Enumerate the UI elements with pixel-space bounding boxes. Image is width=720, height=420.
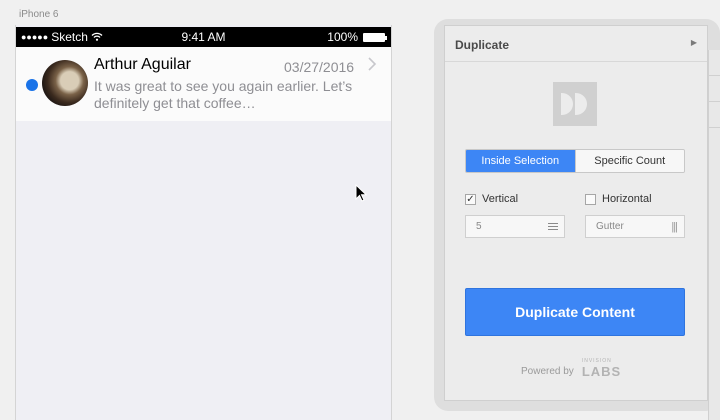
unread-indicator: [26, 79, 38, 91]
mode-segmented-control: Inside Selection Specific Count: [465, 149, 685, 173]
message-date: 03/27/2016: [284, 59, 355, 75]
expand-arrow-icon[interactable]: ▶: [691, 38, 697, 47]
menu-icon: [548, 223, 558, 232]
horizontal-checkbox[interactable]: Horizontal: [585, 193, 652, 205]
invision-labs-logo: INVISION LABS: [581, 358, 622, 379]
tab-specific-count[interactable]: Specific Count: [574, 150, 684, 172]
panel-header: Duplicate ▶: [445, 26, 707, 62]
panel-title: Duplicate: [455, 38, 510, 52]
gutter-icon: |||: [671, 221, 678, 233]
message-preview: It was great to see you again earlier. L…: [94, 78, 353, 111]
tab-inside-selection[interactable]: Inside Selection: [466, 150, 575, 172]
duplicate-content-button[interactable]: Duplicate Content: [465, 288, 685, 336]
count-input[interactable]: 5: [465, 215, 565, 238]
duplicate-plugin-panel: Duplicate ▶ Inside Selection Specific Co…: [444, 25, 708, 401]
artboard-label: iPhone 6: [19, 9, 59, 20]
chevron-right-icon: [368, 57, 377, 76]
battery-percent: 100%: [327, 30, 358, 44]
battery-icon: [363, 32, 387, 42]
empty-checkbox-icon: [585, 193, 596, 205]
avatar: [42, 60, 88, 106]
horizontal-label: Horizontal: [602, 193, 652, 205]
gutter-input[interactable]: Gutter |||: [585, 215, 685, 238]
count-value: 5: [476, 221, 482, 232]
status-bar: ●●●●● Sketch 9:41 AM 100%: [16, 27, 391, 47]
duplicate-logo-icon: [553, 82, 597, 126]
vertical-label: Vertical: [482, 193, 519, 205]
mouse-pointer-icon: [355, 183, 368, 207]
powered-by: Powered by INVISION LABS: [521, 358, 622, 379]
checkmark-icon: ✓: [465, 193, 476, 205]
inspector-edge: [708, 50, 720, 420]
gutter-placeholder: Gutter: [596, 221, 624, 232]
iphone-artboard: ●●●●● Sketch 9:41 AM 100% Arthur Aguilar…: [15, 25, 392, 420]
powered-by-label: Powered by: [521, 366, 574, 377]
vertical-checkbox[interactable]: ✓ Vertical: [465, 193, 518, 205]
sender-name: Arthur Aguilar: [94, 56, 191, 73]
